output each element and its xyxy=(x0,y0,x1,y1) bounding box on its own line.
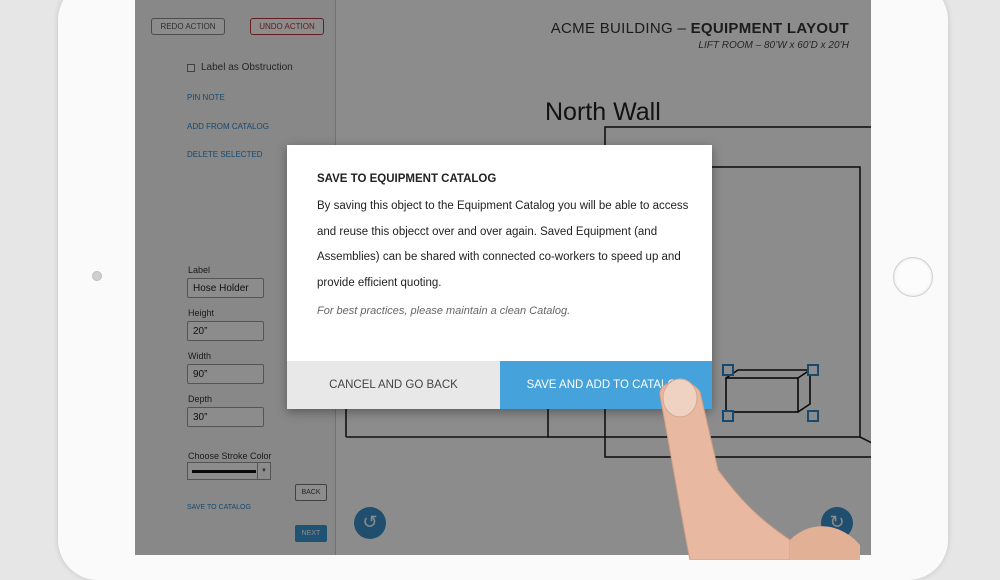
dialog-body: By saving this object to the Equipment C… xyxy=(317,200,689,289)
dialog-note: For best practices, please maintain a cl… xyxy=(317,305,571,317)
camera-icon xyxy=(92,271,102,281)
home-button[interactable] xyxy=(893,257,933,297)
dialog-title: SAVE TO EQUIPMENT CATALOG xyxy=(317,173,497,185)
save-button[interactable]: SAVE AND ADD TO CATALOG xyxy=(500,361,712,409)
save-catalog-dialog: SAVE TO EQUIPMENT CATALOG By saving this… xyxy=(287,145,712,409)
cancel-button[interactable]: CANCEL AND GO BACK xyxy=(287,361,500,409)
app-screen: REDO ACTION UNDO ACTION Label as Obstruc… xyxy=(135,0,871,555)
